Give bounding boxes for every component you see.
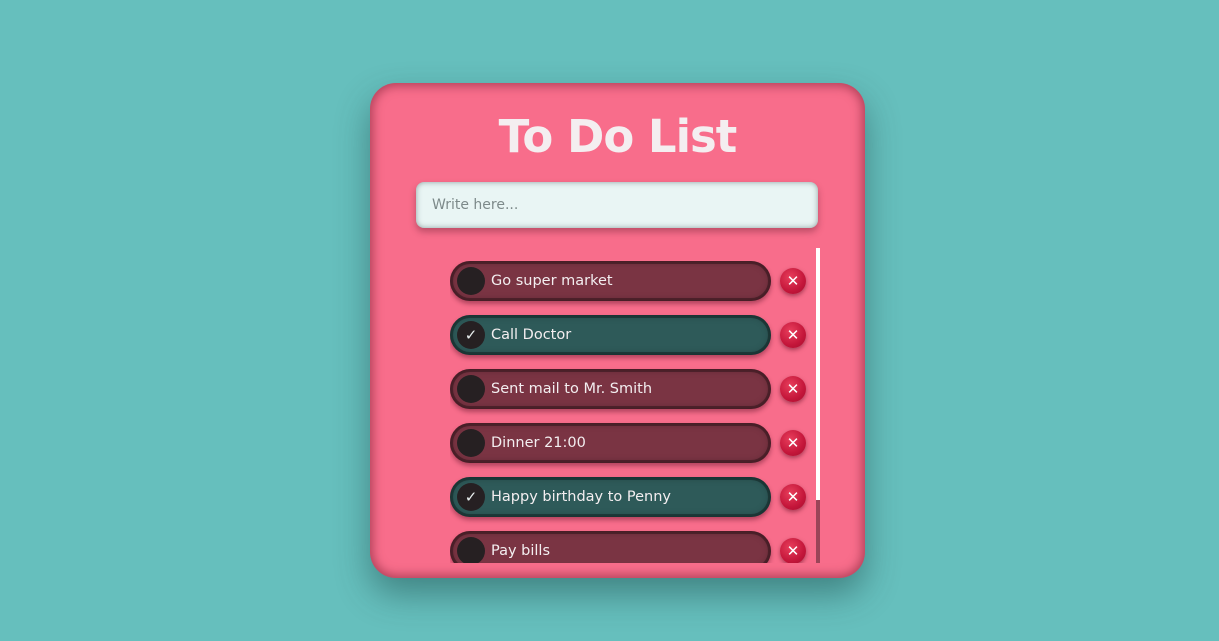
task-toggle[interactable] xyxy=(457,375,485,403)
task-label: Sent mail to Mr. Smith xyxy=(491,381,653,397)
task-label: Call Doctor xyxy=(491,327,572,343)
close-icon[interactable]: ✕ xyxy=(780,322,806,348)
scrollbar-thumb[interactable] xyxy=(816,248,820,500)
page-title: To Do List xyxy=(498,110,738,163)
task-toggle[interactable] xyxy=(457,267,485,295)
task-label: Go super market xyxy=(491,273,613,289)
close-icon[interactable]: ✕ xyxy=(780,268,806,294)
list-item: ✓ Happy birthday to Penny ✕ xyxy=(450,477,810,517)
task-label: Pay bills xyxy=(491,543,551,559)
task-label: Happy birthday to Penny xyxy=(491,489,672,505)
task-toggle[interactable]: ✓ xyxy=(457,483,485,511)
list-item: Sent mail to Mr. Smith ✕ xyxy=(450,369,810,409)
close-icon[interactable]: ✕ xyxy=(780,430,806,456)
close-icon[interactable]: ✕ xyxy=(780,376,806,402)
close-icon[interactable]: ✕ xyxy=(780,538,806,563)
task-label: Dinner 21:00 xyxy=(491,435,586,451)
todo-card: To Do List Go super market ✕ ✓ Call Doct… xyxy=(370,83,865,578)
task-toggle[interactable]: ✓ xyxy=(457,321,485,349)
task-pill[interactable]: Pay bills xyxy=(450,531,771,563)
task-pill[interactable]: ✓ Call Doctor xyxy=(450,315,771,355)
list-item: Go super market ✕ xyxy=(450,261,810,301)
task-pill[interactable]: Dinner 21:00 xyxy=(450,423,771,463)
close-icon[interactable]: ✕ xyxy=(780,484,806,510)
check-icon: ✓ xyxy=(464,326,478,344)
list-item: ✓ Call Doctor ✕ xyxy=(450,315,810,355)
task-toggle[interactable] xyxy=(457,429,485,457)
list-item: Dinner 21:00 ✕ xyxy=(450,423,810,463)
task-toggle[interactable] xyxy=(457,537,485,563)
task-pill[interactable]: ✓ Happy birthday to Penny xyxy=(450,477,771,517)
task-list: Go super market ✕ ✓ Call Doctor ✕ Sent m… xyxy=(450,261,810,563)
task-input[interactable] xyxy=(416,182,818,228)
check-icon: ✓ xyxy=(464,488,478,506)
task-pill[interactable]: Go super market xyxy=(450,261,771,301)
task-pill[interactable]: Sent mail to Mr. Smith xyxy=(450,369,771,409)
list-item: Pay bills ✕ xyxy=(450,531,810,563)
scrollbar[interactable] xyxy=(816,248,820,563)
